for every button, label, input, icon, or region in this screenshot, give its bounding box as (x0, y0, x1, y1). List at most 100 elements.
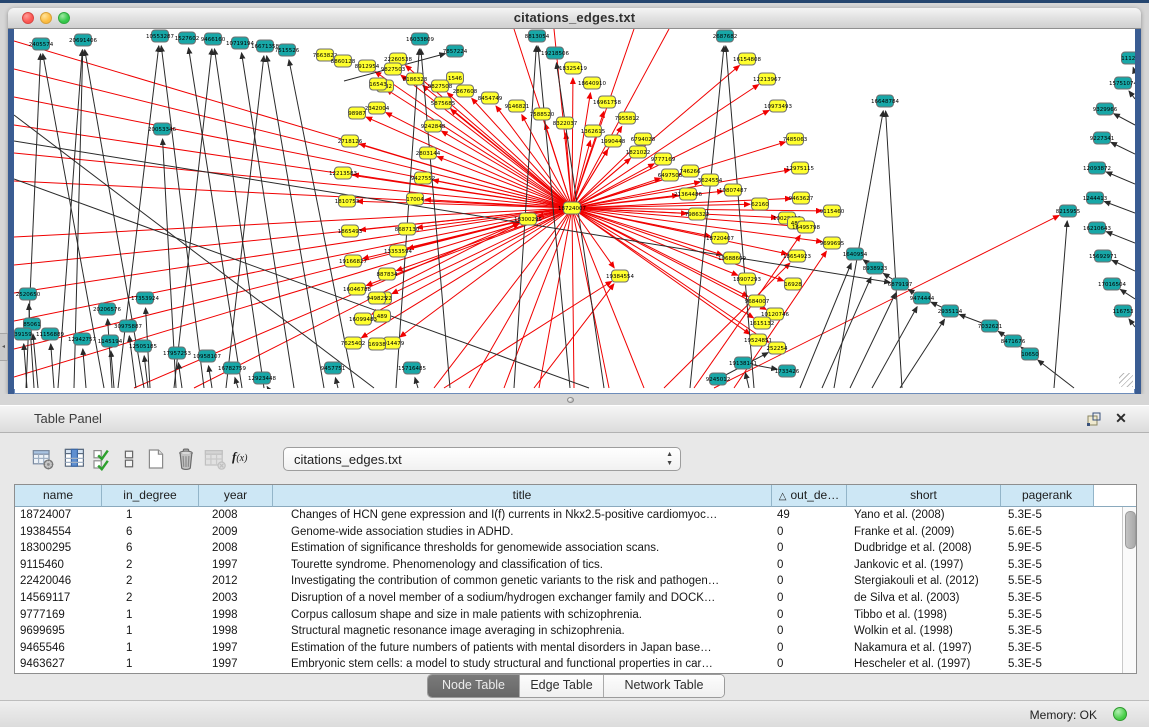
table-cell[interactable]: 1 (102, 640, 199, 657)
table-cell[interactable]: 9699695 (15, 623, 102, 640)
graph-edge[interactable] (1129, 91, 1135, 99)
panel-divider[interactable] (0, 394, 1149, 405)
table-cell[interactable]: 2 (102, 590, 199, 607)
table-row[interactable]: 946362711997Embryonic stem cells: a mode… (15, 656, 1122, 673)
row-height-icon[interactable] (117, 447, 141, 471)
column-header-short[interactable]: short (847, 485, 1001, 507)
graph-edge[interactable] (194, 224, 519, 388)
table-cell[interactable]: de Silva et al. (2003) (847, 590, 1001, 607)
graph-edge[interactable] (366, 117, 572, 208)
table-row[interactable]: 946554611997Estimation of the future num… (15, 640, 1122, 657)
graph-edge[interactable] (572, 208, 784, 281)
table-cell[interactable]: Tourette syndrome. Phenomenology and cla… (273, 557, 772, 574)
memory-ok-indicator[interactable] (1113, 707, 1127, 721)
table-cell[interactable]: 0 (772, 540, 847, 557)
table-cell[interactable]: 5.3E-5 (1001, 640, 1094, 657)
table-row[interactable]: 2242004622012Investigating the contribut… (15, 573, 1122, 590)
table-cell[interactable]: 1997 (199, 640, 273, 657)
table-cell[interactable]: 5.3E-5 (1001, 623, 1094, 640)
select-column-icon[interactable] (63, 447, 87, 471)
graph-edge[interactable] (872, 307, 917, 388)
table-cell[interactable]: 5.3E-5 (1001, 656, 1094, 673)
table-row[interactable]: 911546021997Tourette syndrome. Phenomeno… (15, 557, 1122, 574)
table-cell[interactable]: 0 (772, 607, 847, 624)
close-panel-icon[interactable]: ✕ (1112, 409, 1130, 427)
canvas-resize-grip[interactable] (1119, 373, 1133, 387)
graph-edge[interactable] (267, 387, 268, 388)
graph-edge[interactable] (178, 363, 182, 388)
graph-edge[interactable] (850, 293, 896, 388)
graph-edge[interactable] (822, 277, 871, 388)
tab-node-table[interactable]: Node Table (428, 675, 520, 697)
graph-edge[interactable] (1120, 289, 1135, 299)
column-header-name[interactable]: name (15, 485, 102, 507)
table-cell[interactable]: 2 (102, 573, 199, 590)
table-cell[interactable]: 0 (772, 623, 847, 640)
function-builder-icon[interactable]: f(x) (232, 449, 256, 473)
graph-edge[interactable] (14, 208, 572, 237)
table-cell[interactable]: 9115460 (15, 557, 102, 574)
table-cell[interactable]: 0 (772, 590, 847, 607)
table-cell[interactable]: Jankovic et al. (1997) (847, 557, 1001, 574)
table-row[interactable]: 977716911998Corpus callosum shape and si… (15, 607, 1122, 624)
table-cell[interactable]: 49 (772, 507, 847, 524)
table-cell[interactable]: 2008 (199, 540, 273, 557)
table-cell[interactable]: Nakamura et al. (1997) (847, 640, 1001, 657)
citation-graph[interactable]: 1872400718300295183254191864091016961758… (14, 29, 1135, 389)
table-cell[interactable]: Estimation of the future numbers of pati… (273, 640, 772, 657)
table-cell[interactable]: 1 (102, 656, 199, 673)
table-cell[interactable]: Tibbo et al. (1998) (847, 607, 1001, 624)
delete-icon[interactable] (174, 447, 198, 471)
graph-edge[interactable] (437, 157, 572, 208)
tab-network-table[interactable]: Network Table (604, 675, 724, 697)
graph-edge[interactable] (444, 281, 612, 388)
graph-edge[interactable] (14, 97, 572, 208)
table-cell[interactable]: Changes of HCN gene expression and I(f) … (273, 507, 772, 524)
table-cell[interactable]: 2012 (199, 573, 273, 590)
table-cell[interactable]: 1998 (199, 607, 273, 624)
table-cell[interactable]: Genome-wide association studies in ADHD. (273, 524, 772, 541)
table-cell[interactable]: 0 (772, 557, 847, 574)
graph-edge[interactable] (14, 153, 572, 208)
table-cell[interactable]: 0 (772, 524, 847, 541)
graph-edge[interactable] (1114, 114, 1135, 125)
column-header-outde[interactable]: △out_de… (772, 485, 847, 507)
table-cell[interactable]: 19384554 (15, 524, 102, 541)
table-cell[interactable]: Franke et al. (2009) (847, 524, 1001, 541)
graph-edge[interactable] (242, 53, 294, 388)
table-cell[interactable]: 22420046 (15, 573, 102, 590)
table-cell[interactable]: Corpus callosum shape and size in male p… (273, 607, 772, 624)
table-cell[interactable]: 5.3E-5 (1001, 557, 1094, 574)
table-cell[interactable]: Estimation of significance thresholds fo… (273, 540, 772, 557)
window-titlebar[interactable]: citations_edges.txt (8, 8, 1141, 29)
table-cell[interactable]: 9777169 (15, 607, 102, 624)
graph-edge[interactable] (1104, 202, 1135, 213)
graph-edge[interactable] (1054, 221, 1067, 388)
table-selector-dropdown[interactable]: citations_edges.txt ▲▼ (283, 447, 681, 471)
table-cell[interactable]: 14569117 (15, 590, 102, 607)
table-cell[interactable]: 2009 (199, 524, 273, 541)
new-file-icon[interactable] (144, 447, 168, 471)
table-row[interactable]: 969969511998Structural magnetic resonanc… (15, 623, 1122, 640)
table-cell[interactable]: Embryonic stem cells: a model to study s… (273, 656, 772, 673)
table-cell[interactable]: 18724007 (15, 507, 102, 524)
sidebar-collapse-handle[interactable]: ◂ (0, 333, 8, 361)
table-cell[interactable]: 2008 (199, 507, 273, 524)
table-cell[interactable]: 2003 (199, 590, 273, 607)
table-cell[interactable]: Structural magnetic resonance image aver… (273, 623, 772, 640)
table-cell[interactable]: 5.3E-5 (1001, 507, 1094, 524)
table-cell[interactable]: 0 (772, 656, 847, 673)
table-cell[interactable]: Investigating the contribution of common… (273, 573, 772, 590)
graph-edge[interactable] (1106, 232, 1135, 243)
graph-edge[interactable] (1129, 319, 1135, 327)
divider-grip-icon[interactable] (567, 397, 574, 403)
graph-edge[interactable] (900, 319, 945, 388)
graph-edge[interactable] (434, 208, 572, 388)
table-cell[interactable]: 1997 (199, 656, 273, 673)
column-header-title[interactable]: title (273, 485, 772, 507)
graph-edge[interactable] (14, 125, 572, 208)
graph-edge[interactable] (14, 69, 572, 208)
tab-edge-table[interactable]: Edge Table (520, 675, 604, 697)
table-cell[interactable]: 1 (102, 607, 199, 624)
graph-edge[interactable] (572, 78, 573, 208)
